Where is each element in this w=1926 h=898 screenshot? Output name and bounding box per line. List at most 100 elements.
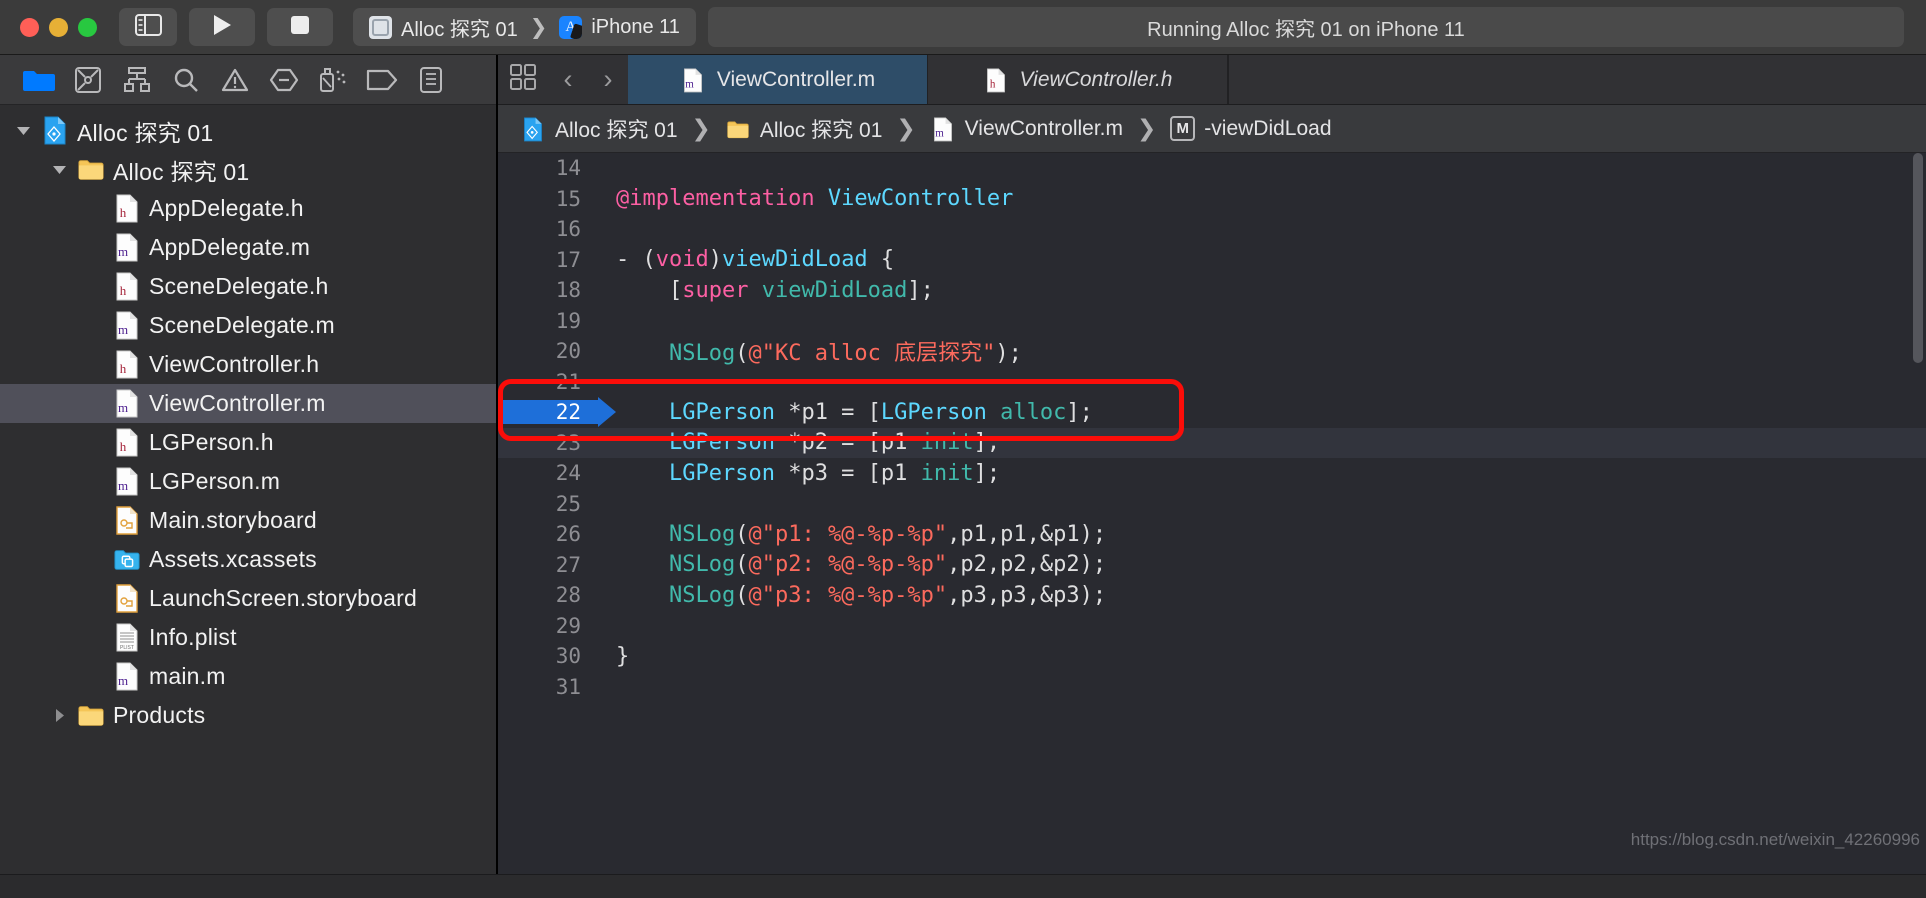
code-line[interactable]: 21 [498,367,1926,398]
code-line[interactable]: 23 LGPerson *p2 = [p1 init]; [498,427,1926,458]
code-line[interactable]: 28 NSLog(@"p3: %@-%p-%p",p3,p3,&p3); [498,580,1926,611]
tree-item-viewcontroller.h[interactable]: h ViewController.h [0,345,496,384]
editor-scrollbar[interactable] [1913,153,1923,363]
tree-item-assets.xcassets[interactable]: Assets.xcassets [0,540,496,579]
line-number[interactable]: 14 [498,156,598,180]
method-marker-icon: M [1170,116,1196,141]
code-line[interactable]: 18 [super viewDidLoad]; [498,275,1926,306]
line-number[interactable]: 30 [498,644,598,668]
line-number[interactable]: 27 [498,553,598,577]
line-number[interactable]: 26 [498,522,598,546]
m-file-icon: m [114,662,140,692]
find-navigator-tab[interactable] [161,62,210,98]
chevron-down-icon[interactable] [50,160,69,179]
stop-button[interactable] [267,8,333,46]
breakpoint-marker-icon[interactable] [598,397,616,427]
forward-button[interactable]: › [588,64,628,95]
line-number[interactable]: 29 [498,614,598,638]
scheme-destination-selector[interactable]: Alloc 探究 01 ❯ iPhone 11 [353,8,696,46]
tree-item-appdelegate.m[interactable]: m AppDelegate.m [0,228,496,267]
chevron-down-icon[interactable] [14,121,33,140]
code-line[interactable]: 20 NSLog(@"KC alloc 底层探究"); [498,336,1926,367]
code-line[interactable]: 26 NSLog(@"p1: %@-%p-%p",p1,p1,&p1); [498,519,1926,550]
line-number[interactable]: 15 [498,187,598,211]
tree-item-lgperson.h[interactable]: h LGPerson.h [0,423,496,462]
tree-item-launchscreen.storyboard[interactable]: LaunchScreen.storyboard [0,579,496,618]
tree-item-scenedelegate.m[interactable]: m SceneDelegate.m [0,306,496,345]
breadcrumb-item-0[interactable]: Alloc 探究 01 [520,114,678,144]
chevron-right-icon[interactable] [50,706,69,725]
code-line[interactable]: 17- (void)viewDidLoad { [498,245,1926,276]
breadcrumb-item-2[interactable]: m ViewController.m [930,114,1123,144]
tree-item-main.storyboard[interactable]: Main.storyboard [0,501,496,540]
zoom-button[interactable] [78,17,97,37]
line-number[interactable]: 21 [498,370,598,394]
line-number[interactable]: 24 [498,461,598,485]
run-button[interactable] [189,8,255,46]
twisty-placeholder [86,589,105,608]
editor-options-button[interactable] [498,55,548,104]
tree-item-alloc01[interactable]: Alloc 探究 01 [0,111,496,150]
tree-item-label: ViewController.h [149,351,320,377]
report-navigator-tab[interactable] [406,62,455,98]
tree-item-main.m[interactable]: m main.m [0,657,496,696]
tree-item-viewcontroller.m[interactable]: m ViewController.m [0,384,496,423]
sidebar-toggle-button[interactable] [119,8,177,46]
xcodeproj-icon [42,116,68,146]
source-editor[interactable]: 14 15 @implementation ViewController 16 17- … [498,153,1926,874]
code-line[interactable]: 29 [498,611,1926,642]
svg-text:m: m [685,78,694,90]
back-button[interactable]: ‹ [548,64,588,95]
line-number[interactable]: 17 [498,248,598,272]
tree-item-info.plist[interactable]: PLIST Info.plist [0,618,496,657]
code-line[interactable]: 16 [498,214,1926,245]
symbol-navigator-tab[interactable] [112,62,161,98]
line-number[interactable]: 20 [498,339,598,363]
code-token: ,p1,p1,&p1); [947,521,1107,547]
code-token: ]; [973,460,1001,486]
code-line[interactable]: 19 [498,306,1926,337]
code-token: { [867,247,895,273]
project-navigator-tab[interactable] [14,62,63,98]
line-number[interactable]: 23 [498,431,598,455]
tree-item-label: LaunchScreen.storyboard [149,585,417,611]
project-file-tree[interactable]: Alloc 探究 01 Alloc 探究 01 h AppDelegate.h … [0,105,496,874]
issue-navigator-tab[interactable] [210,62,259,98]
line-number[interactable]: 16 [498,217,598,241]
editor-tab-viewcontrollerh[interactable]: h ViewController.h [928,55,1228,104]
code-line[interactable]: 30} [498,641,1926,672]
editor-tab-viewcontrollerm[interactable]: m ViewController.m [628,55,928,104]
tree-item-lgperson.m[interactable]: m LGPerson.m [0,462,496,501]
code-line[interactable]: 31 [498,672,1926,703]
tree-item-label: Alloc 探究 01 [77,119,214,146]
line-number[interactable]: 22 [498,400,598,425]
breakpoint-navigator-tab[interactable] [357,62,406,98]
code-line[interactable]: 27 NSLog(@"p2: %@-%p-%p",p2,p2,&p2); [498,550,1926,581]
line-number[interactable]: 18 [498,278,598,302]
code-line[interactable]: 24 LGPerson *p3 = [p1 init]; [498,458,1926,489]
tree-item-products[interactable]: Products [0,696,496,735]
code-line[interactable]: 14 [498,153,1926,184]
line-number[interactable]: 31 [498,675,598,699]
close-button[interactable] [20,17,39,37]
line-number[interactable]: 25 [498,492,598,516]
breadcrumb-item-1[interactable]: Alloc 探究 01 [725,114,882,144]
twisty-placeholder [86,511,105,530]
breadcrumb-item-3[interactable]: M -viewDidLoad [1170,116,1332,141]
debug-navigator-tab[interactable] [308,62,357,98]
line-number[interactable]: 19 [498,309,598,333]
svg-text:h: h [989,78,995,90]
minimize-button[interactable] [49,17,68,37]
code-line[interactable]: 25 [498,489,1926,520]
line-number[interactable]: 28 [498,583,598,607]
tree-item-scenedelegate.h[interactable]: h SceneDelegate.h [0,267,496,306]
tree-item-appdelegate.h[interactable]: h AppDelegate.h [0,189,496,228]
source-control-navigator-tab[interactable] [63,62,112,98]
breadcrumb[interactable]: Alloc 探究 01 ❯ Alloc 探究 01 ❯ m ViewControll… [498,105,1926,153]
code-line[interactable]: 15 @implementation ViewController [498,184,1926,215]
tree-item-alloc01[interactable]: Alloc 探究 01 [0,150,496,189]
code-lines[interactable]: 14 15 @implementation ViewController 16 17- … [498,153,1926,874]
test-navigator-tab[interactable] [259,62,308,98]
twisty-placeholder [86,628,105,647]
code-line-breakpoint[interactable]: 22 LGPerson *p1 = [LGPerson alloc]; [498,397,1926,428]
